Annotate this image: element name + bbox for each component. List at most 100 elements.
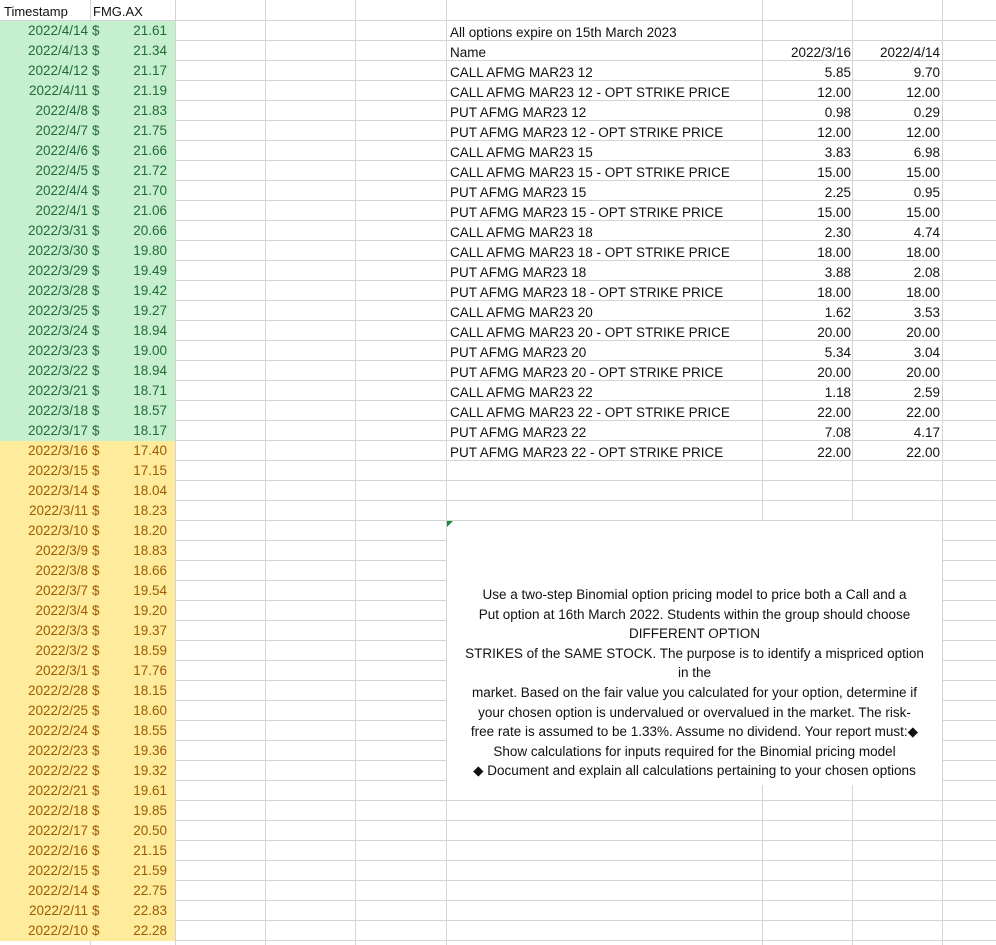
options-header-date2[interactable]: 2022/4/14	[855, 43, 940, 63]
stock-date-cell[interactable]: 2022/3/16	[2, 441, 88, 461]
stock-price-cell[interactable]: 19.80	[112, 241, 167, 261]
stock-price-cell[interactable]: 22.28	[112, 921, 167, 941]
option-name-cell[interactable]: PUT AFMG MAR23 22 - OPT STRIKE PRICE	[450, 443, 760, 463]
stock-date-cell[interactable]: 2022/3/14	[2, 481, 88, 501]
stock-price-cell[interactable]: 18.20	[112, 521, 167, 541]
stock-date-cell[interactable]: 2022/3/24	[2, 321, 88, 341]
stock-date-cell[interactable]: 2022/2/25	[2, 701, 88, 721]
stock-price-cell[interactable]: 18.66	[112, 561, 167, 581]
stock-date-cell[interactable]: 2022/4/11	[2, 81, 88, 101]
option-price-date1-cell[interactable]: 3.83	[765, 143, 851, 163]
option-price-date1-cell[interactable]: 15.00	[765, 203, 851, 223]
option-price-date2-cell[interactable]: 12.00	[855, 83, 940, 103]
stock-date-cell[interactable]: 2022/4/1	[2, 201, 88, 221]
stock-date-cell[interactable]: 2022/3/4	[2, 601, 88, 621]
option-price-date2-cell[interactable]: 0.95	[855, 183, 940, 203]
stock-price-cell[interactable]: 18.94	[112, 321, 167, 341]
stock-date-cell[interactable]: 2022/3/8	[2, 561, 88, 581]
option-name-cell[interactable]: PUT AFMG MAR23 22	[450, 423, 760, 443]
stock-date-cell[interactable]: 2022/3/31	[2, 221, 88, 241]
stock-date-cell[interactable]: 2022/4/6	[2, 141, 88, 161]
stock-date-cell[interactable]: 2022/2/15	[2, 861, 88, 881]
option-price-date2-cell[interactable]: 22.00	[855, 443, 940, 463]
stock-price-cell[interactable]: 20.66	[112, 221, 167, 241]
stock-price-cell[interactable]: 21.83	[112, 101, 167, 121]
stock-date-cell[interactable]: 2022/3/30	[2, 241, 88, 261]
option-price-date2-cell[interactable]: 22.00	[855, 403, 940, 423]
stock-price-cell[interactable]: 21.61	[112, 21, 167, 41]
option-name-cell[interactable]: CALL AFMG MAR23 22	[450, 383, 760, 403]
stock-date-cell[interactable]: 2022/3/18	[2, 401, 88, 421]
option-price-date2-cell[interactable]: 9.70	[855, 63, 940, 83]
stock-price-cell[interactable]: 18.55	[112, 721, 167, 741]
option-price-date2-cell[interactable]: 4.74	[855, 223, 940, 243]
option-price-date2-cell[interactable]: 4.17	[855, 423, 940, 443]
stock-price-cell[interactable]: 17.40	[112, 441, 167, 461]
option-price-date1-cell[interactable]: 20.00	[765, 323, 851, 343]
stock-date-cell[interactable]: 2022/2/11	[2, 901, 88, 921]
stock-price-cell[interactable]: 21.34	[112, 41, 167, 61]
stock-price-cell[interactable]: 22.83	[112, 901, 167, 921]
option-name-cell[interactable]: PUT AFMG MAR23 15 - OPT STRIKE PRICE	[450, 203, 760, 223]
options-header-date1[interactable]: 2022/3/16	[765, 43, 851, 63]
option-name-cell[interactable]: CALL AFMG MAR23 15 - OPT STRIKE PRICE	[450, 163, 760, 183]
stock-price-cell[interactable]: 21.59	[112, 861, 167, 881]
option-price-date1-cell[interactable]: 1.62	[765, 303, 851, 323]
options-expiry-note[interactable]: All options expire on 15th March 2023	[450, 23, 760, 43]
stock-price-cell[interactable]: 21.19	[112, 81, 167, 101]
stock-date-cell[interactable]: 2022/2/18	[2, 801, 88, 821]
header-timestamp[interactable]: Timestamp	[4, 2, 90, 22]
stock-date-cell[interactable]: 2022/2/24	[2, 721, 88, 741]
stock-price-cell[interactable]: 18.60	[112, 701, 167, 721]
stock-price-cell[interactable]: 18.71	[112, 381, 167, 401]
option-price-date1-cell[interactable]: 12.00	[765, 83, 851, 103]
option-price-date2-cell[interactable]: 3.53	[855, 303, 940, 323]
stock-date-cell[interactable]: 2022/3/10	[2, 521, 88, 541]
stock-price-cell[interactable]: 19.20	[112, 601, 167, 621]
option-price-date1-cell[interactable]: 20.00	[765, 363, 851, 383]
stock-date-cell[interactable]: 2022/3/28	[2, 281, 88, 301]
option-price-date1-cell[interactable]: 3.88	[765, 263, 851, 283]
option-price-date2-cell[interactable]: 18.00	[855, 283, 940, 303]
option-name-cell[interactable]: PUT AFMG MAR23 20	[450, 343, 760, 363]
option-price-date1-cell[interactable]: 22.00	[765, 443, 851, 463]
stock-date-cell[interactable]: 2022/3/23	[2, 341, 88, 361]
option-price-date1-cell[interactable]: 7.08	[765, 423, 851, 443]
option-price-date1-cell[interactable]: 1.18	[765, 383, 851, 403]
stock-date-cell[interactable]: 2022/4/12	[2, 61, 88, 81]
stock-date-cell[interactable]: 2022/2/14	[2, 881, 88, 901]
stock-date-cell[interactable]: 2022/4/13	[2, 41, 88, 61]
stock-price-cell[interactable]: 19.42	[112, 281, 167, 301]
option-price-date2-cell[interactable]: 18.00	[855, 243, 940, 263]
stock-price-cell[interactable]: 21.17	[112, 61, 167, 81]
stock-date-cell[interactable]: 2022/2/17	[2, 821, 88, 841]
stock-date-cell[interactable]: 2022/3/25	[2, 301, 88, 321]
stock-date-cell[interactable]: 2022/2/16	[2, 841, 88, 861]
header-ticker[interactable]: FMG.AX	[93, 2, 173, 22]
stock-date-cell[interactable]: 2022/3/9	[2, 541, 88, 561]
stock-price-cell[interactable]: 17.15	[112, 461, 167, 481]
stock-price-cell[interactable]: 17.76	[112, 661, 167, 681]
option-price-date2-cell[interactable]: 20.00	[855, 323, 940, 343]
stock-price-cell[interactable]: 18.57	[112, 401, 167, 421]
stock-date-cell[interactable]: 2022/4/5	[2, 161, 88, 181]
option-price-date1-cell[interactable]: 18.00	[765, 283, 851, 303]
stock-price-cell[interactable]: 18.59	[112, 641, 167, 661]
option-price-date1-cell[interactable]: 18.00	[765, 243, 851, 263]
stock-date-cell[interactable]: 2022/2/28	[2, 681, 88, 701]
option-price-date2-cell[interactable]: 2.59	[855, 383, 940, 403]
stock-date-cell[interactable]: 2022/4/8	[2, 101, 88, 121]
stock-date-cell[interactable]: 2022/3/22	[2, 361, 88, 381]
stock-date-cell[interactable]: 2022/3/21	[2, 381, 88, 401]
stock-price-cell[interactable]: 21.72	[112, 161, 167, 181]
option-price-date1-cell[interactable]: 5.85	[765, 63, 851, 83]
stock-price-cell[interactable]: 19.36	[112, 741, 167, 761]
stock-date-cell[interactable]: 2022/2/21	[2, 781, 88, 801]
option-name-cell[interactable]: CALL AFMG MAR23 12	[450, 63, 760, 83]
instructions-textbox[interactable]: Use a two-step Binomial option pricing m…	[447, 521, 942, 785]
option-price-date1-cell[interactable]: 0.98	[765, 103, 851, 123]
stock-date-cell[interactable]: 2022/2/10	[2, 921, 88, 941]
stock-price-cell[interactable]: 19.00	[112, 341, 167, 361]
stock-price-cell[interactable]: 21.70	[112, 181, 167, 201]
stock-price-cell[interactable]: 21.15	[112, 841, 167, 861]
